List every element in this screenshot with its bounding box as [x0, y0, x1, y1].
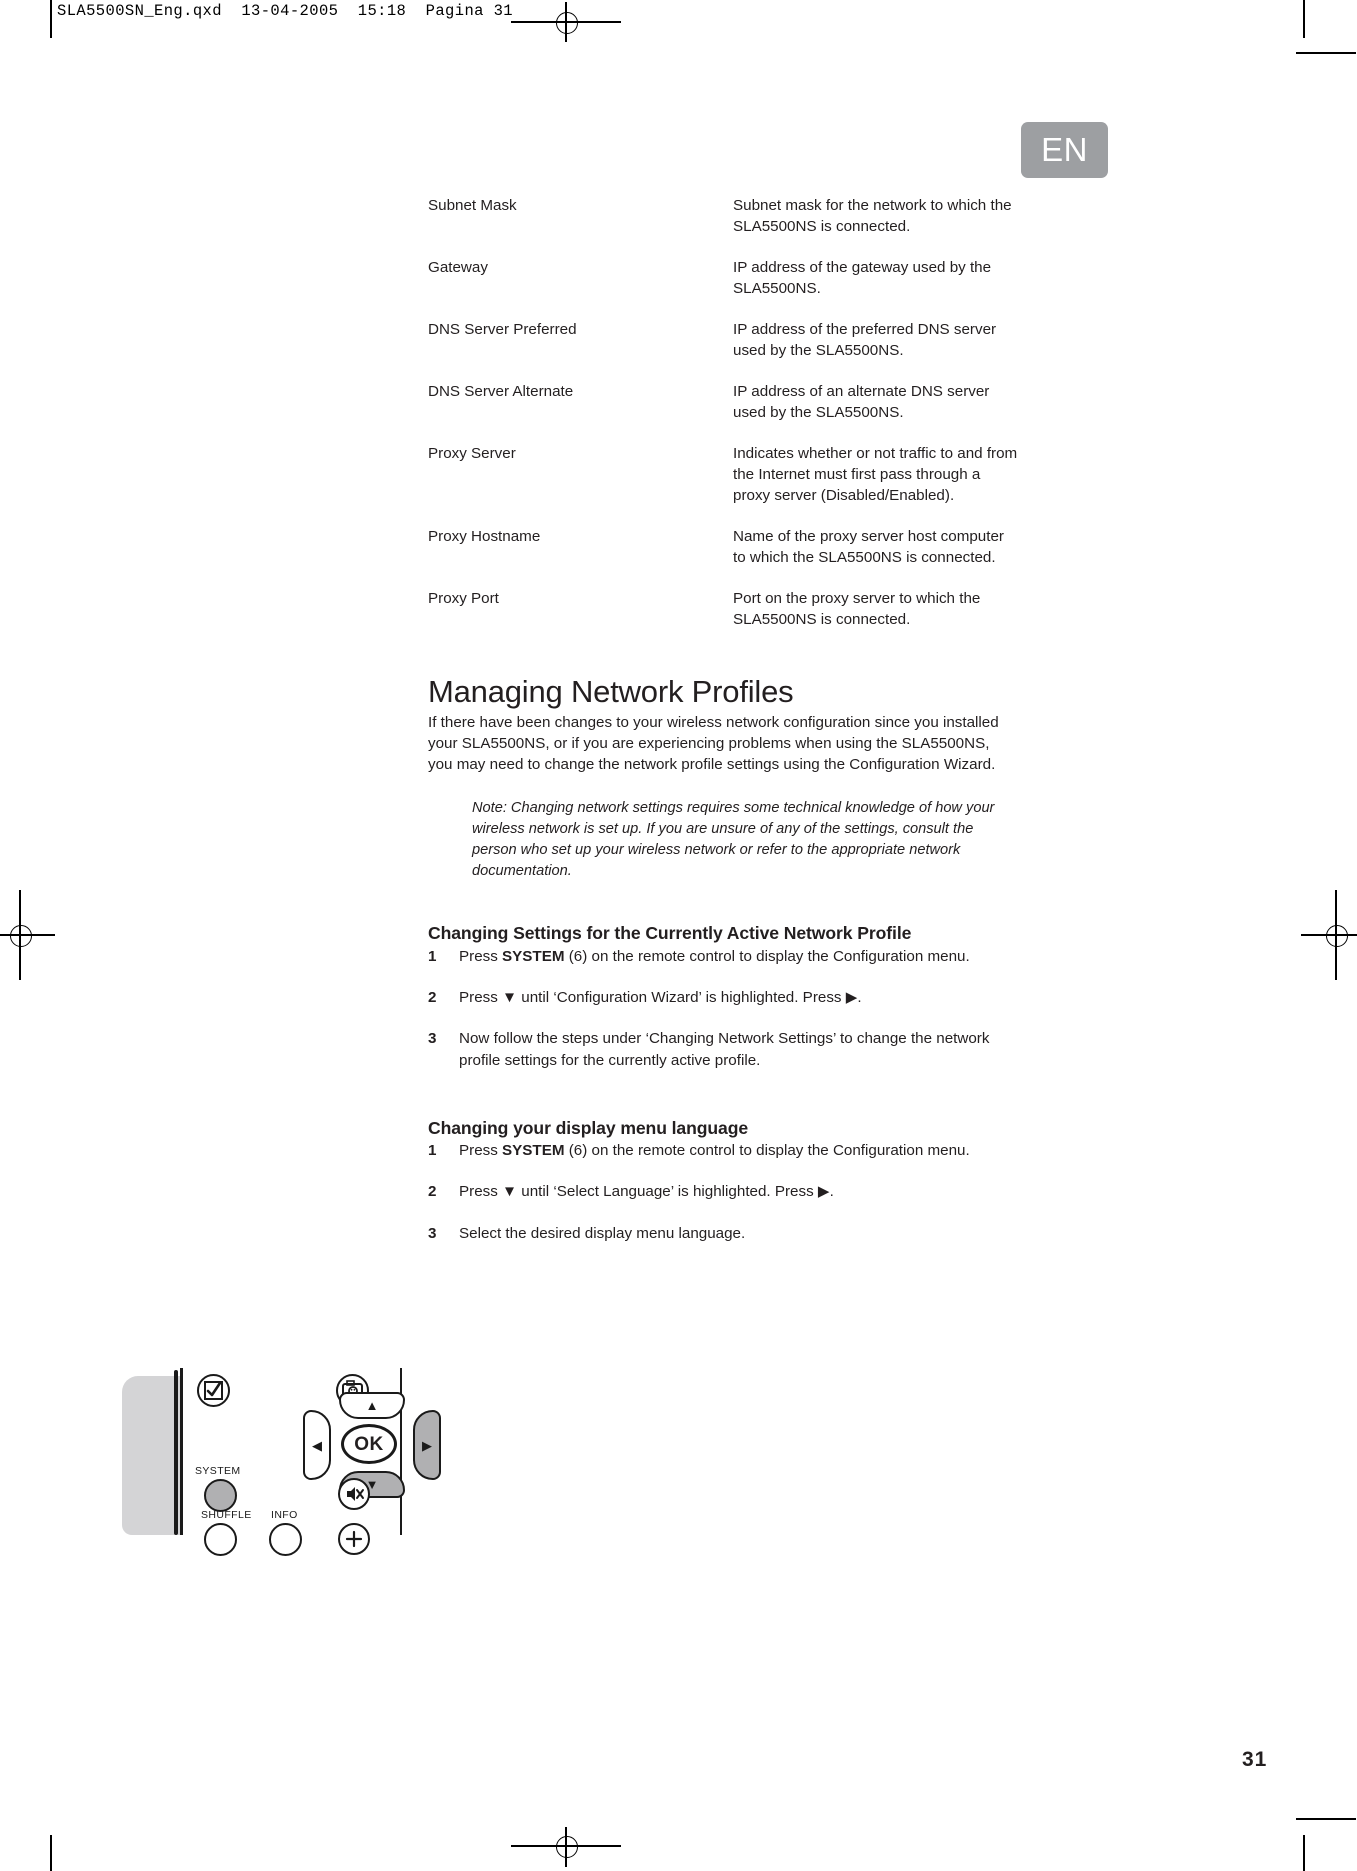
- step-text-post: (6) on the remote control to display the…: [564, 1142, 970, 1160]
- language-tab-en: EN: [1021, 122, 1108, 178]
- subsection-heading-language: Changing your display menu language: [428, 1117, 749, 1138]
- crop-mark-left-upper: [1296, 52, 1356, 54]
- definition-term: Gateway: [428, 259, 488, 276]
- document-header-filename: SLA5500SN_Eng.qxd 13-04-2005 15:18 Pagin…: [57, 2, 513, 20]
- crop-mark-left-lower: [1296, 1818, 1356, 1820]
- definition-row: DNS Server Preferred IP address of the p…: [428, 319, 1018, 361]
- definition-description: Port on the proxy server to which the SL…: [733, 590, 981, 628]
- system-button-label: SYSTEM: [195, 1465, 241, 1477]
- step-item: 3 Now follow the steps under ‘Changing Ne…: [428, 1028, 1018, 1070]
- definition-term: Subnet Mask: [428, 197, 517, 214]
- remote-control-illustration: ▲ ▼ ◀ ▶ OK SYSTEM SHUFFLE INFO: [122, 1368, 441, 1556]
- nav-right-button[interactable]: ▶: [413, 1410, 441, 1480]
- step-number: 2: [428, 989, 437, 1007]
- definition-description: Subnet mask for the network to which the…: [733, 197, 1012, 235]
- definition-row: Proxy Hostname Name of the proxy server …: [428, 526, 1018, 568]
- select-check-icon: [197, 1374, 230, 1407]
- nav-left-button[interactable]: ◀: [303, 1410, 331, 1480]
- info-button-label: INFO: [271, 1509, 298, 1521]
- remote-left-edge: [174, 1370, 178, 1535]
- settings-definition-list: Subnet Mask Subnet mask for the network …: [428, 195, 1018, 630]
- definition-term: DNS Server Preferred: [428, 321, 577, 338]
- step-text-pre: Press: [459, 1142, 503, 1160]
- definition-row: Proxy Port Port on the proxy server to w…: [428, 588, 1018, 630]
- crop-mark-top-right-vertical: [1303, 0, 1305, 38]
- definition-description: IP address of the gateway used by the SL…: [733, 259, 992, 297]
- crop-mark-top-left-vertical: [50, 0, 52, 38]
- step-text-pre: Select the desired display menu language…: [459, 1224, 746, 1242]
- definition-term: Proxy Server: [428, 445, 516, 462]
- definition-row: Subnet Mask Subnet mask for the network …: [428, 195, 1018, 237]
- steps-list-active-profile: 1 Press SYSTEM (6) on the remote control …: [428, 946, 1018, 1071]
- step-item: 1 Press SYSTEM (6) on the remote control …: [428, 946, 1018, 967]
- nav-up-button[interactable]: ▲: [339, 1392, 405, 1419]
- remote-body: ▲ ▼ ◀ ▶ OK SYSTEM SHUFFLE INFO: [180, 1368, 441, 1556]
- step-item: 1 Press SYSTEM (6) on the remote control …: [428, 1140, 1018, 1161]
- definition-description: IP address of an alternate DNS server us…: [733, 383, 990, 421]
- step-text-bold: SYSTEM: [502, 1142, 565, 1160]
- step-text-pre: Press ▼ until ‘Select Language’ is highl…: [459, 1183, 834, 1201]
- volume-plus-button[interactable]: [338, 1523, 370, 1555]
- step-item: 2 Press ▼ until ‘Select Language’ is high…: [428, 1181, 1018, 1202]
- step-number: 1: [428, 1142, 437, 1160]
- section-note: Note: Changing network settings requires…: [472, 799, 995, 880]
- subsection-heading-active-profile: Changing Settings for the Currently Acti…: [428, 923, 912, 944]
- crop-mark-bottom-left-vertical: [50, 1835, 52, 1871]
- definition-term: Proxy Hostname: [428, 528, 541, 545]
- step-number: 1: [428, 947, 437, 965]
- step-text-post: (6) on the remote control to display the…: [564, 947, 970, 965]
- step-number: 2: [428, 1183, 437, 1201]
- shuffle-button-label: SHUFFLE: [201, 1509, 252, 1521]
- shuffle-button[interactable]: [204, 1523, 237, 1556]
- crop-mark-bottom-right-vertical: [1303, 1835, 1305, 1871]
- page-number: 31: [1242, 1748, 1268, 1771]
- definition-term: Proxy Port: [428, 590, 499, 607]
- step-text-bold: SYSTEM: [502, 947, 565, 965]
- steps-list-language: 1 Press SYSTEM (6) on the remote control …: [428, 1140, 1018, 1244]
- definition-term: DNS Server Alternate: [428, 383, 574, 400]
- definition-description: Indicates whether or not traffic to and …: [733, 445, 1018, 504]
- step-item: 2 Press ▼ until ‘Configuration Wizard’ is…: [428, 987, 1018, 1008]
- step-text-pre: Press ▼ until ‘Configuration Wizard’ is …: [459, 989, 862, 1007]
- info-button[interactable]: [269, 1523, 302, 1556]
- definition-description: IP address of the preferred DNS server u…: [733, 321, 997, 359]
- step-text-pre: Now follow the steps under ‘Changing Net…: [459, 1030, 990, 1069]
- system-button[interactable]: [204, 1479, 237, 1512]
- definition-description: Name of the proxy server host computer t…: [733, 528, 1004, 566]
- mute-icon[interactable]: [338, 1478, 370, 1510]
- page-content: Subnet Mask Subnet mask for the network …: [428, 195, 1018, 1264]
- step-item: 3 Select the desired display menu languag…: [428, 1223, 1018, 1244]
- step-text-pre: Press: [459, 947, 503, 965]
- step-number: 3: [428, 1030, 437, 1048]
- section-heading: Managing Network Profiles: [428, 674, 794, 709]
- definition-row: Proxy Server Indicates whether or not tr…: [428, 443, 1018, 506]
- definition-row: Gateway IP address of the gateway used b…: [428, 257, 1018, 299]
- definition-row: DNS Server Alternate IP address of an al…: [428, 381, 1018, 423]
- step-number: 3: [428, 1224, 437, 1242]
- ok-button[interactable]: OK: [341, 1424, 397, 1464]
- section-intro-paragraph: If there have been changes to your wirel…: [428, 714, 999, 774]
